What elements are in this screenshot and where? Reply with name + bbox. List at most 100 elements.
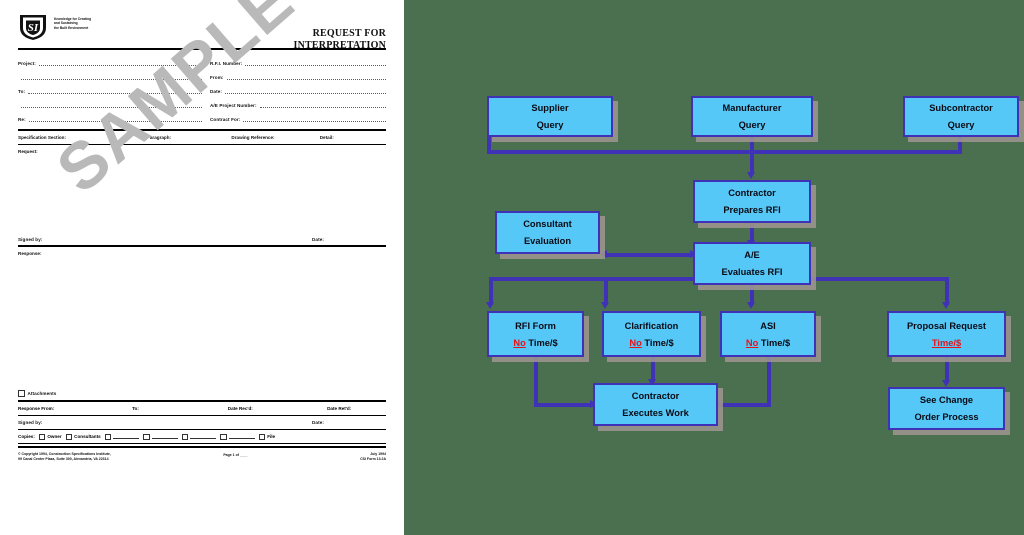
checkbox-icon[interactable] bbox=[220, 433, 227, 440]
field-project-2[interactable] bbox=[18, 69, 202, 80]
form-number: CSI Form 13.2A bbox=[360, 457, 386, 461]
node-emphasis: No bbox=[513, 337, 526, 348]
node-supplier-query[interactable]: Supplier Query bbox=[487, 96, 613, 137]
field-to[interactable]: To: bbox=[18, 83, 202, 94]
identification-left: Project: To: Re: bbox=[18, 55, 202, 125]
node-line-2: Order Process bbox=[914, 412, 979, 422]
field-to-2[interactable] bbox=[18, 97, 202, 108]
copyright-notice: © Copyright 1994, Construction Specifica… bbox=[18, 452, 111, 462]
attachments-checkbox[interactable]: Attachments bbox=[18, 387, 386, 400]
checkbox-blank-1[interactable] bbox=[104, 433, 140, 440]
node-line-1: RFI Form bbox=[515, 320, 556, 331]
node-line-1: Manufacturer bbox=[722, 103, 782, 113]
checkbox-icon[interactable] bbox=[181, 433, 189, 440]
svg-text:SI: SI bbox=[28, 22, 39, 34]
response-routing-row: Response From: To: Date Rec'd: Date Ret'… bbox=[18, 402, 386, 415]
node-line-1: Proposal Request bbox=[906, 320, 987, 331]
label-response: Response: bbox=[18, 251, 42, 256]
form-header: SI Knowledge for Creating and Sustaining t… bbox=[18, 14, 386, 51]
arrowhead-to-change-order bbox=[942, 380, 951, 387]
node-proposal-request[interactable]: Proposal Request Time/$ bbox=[887, 311, 1006, 357]
node-clarification[interactable]: Clarification No Time/$ bbox=[602, 311, 701, 357]
connector-bus-to-clarification bbox=[604, 277, 608, 305]
label-response-from: Response From: bbox=[18, 405, 55, 411]
field-contract-for[interactable]: Contract For: bbox=[210, 111, 386, 122]
node-see-change-order-process[interactable]: See Change Order Process bbox=[888, 387, 1005, 430]
field-project[interactable]: Project: bbox=[18, 55, 202, 66]
node-line-2: No Time/$ bbox=[513, 337, 557, 349]
field-rule bbox=[28, 86, 202, 94]
write-in-rule[interactable] bbox=[190, 434, 217, 440]
title-line-2: INTERPRETATION bbox=[293, 39, 386, 51]
node-asi[interactable]: ASI No Time/$ bbox=[720, 311, 816, 357]
label-date-returned: Date Ret'd: bbox=[327, 405, 352, 411]
checkbox-blank-4[interactable] bbox=[220, 433, 255, 440]
label-specification-section: Specification Section: bbox=[18, 135, 66, 140]
checkbox-file[interactable]: File bbox=[258, 433, 275, 440]
node-rfi-form[interactable]: RFI Form No Time/$ bbox=[487, 311, 584, 357]
checkbox-icon[interactable] bbox=[65, 433, 73, 440]
node-consultant-evaluation[interactable]: Consultant Evaluation bbox=[495, 211, 600, 254]
field-rule bbox=[245, 58, 386, 66]
write-in-rule[interactable] bbox=[113, 434, 140, 440]
node-emphasis: No bbox=[629, 337, 642, 348]
response-body-area[interactable] bbox=[18, 256, 386, 387]
checkbox-icon[interactable] bbox=[38, 433, 46, 440]
connector-consultant-ae bbox=[603, 253, 696, 257]
checkbox-owner[interactable]: Owner bbox=[38, 433, 62, 440]
checkbox-label: Consultants bbox=[74, 434, 101, 440]
write-in-rule[interactable] bbox=[228, 434, 255, 440]
checkbox-icon[interactable] bbox=[18, 390, 25, 397]
label-detail: Detail: bbox=[319, 135, 334, 140]
field-date[interactable]: Date: bbox=[210, 83, 386, 94]
field-re[interactable]: Re: bbox=[18, 111, 202, 122]
node-manufacturer-query[interactable]: Manufacturer Query bbox=[691, 96, 813, 137]
rfi-process-flowchart: Supplier Query Manufacturer Query Subcon… bbox=[404, 0, 1024, 535]
field-rule bbox=[259, 100, 386, 108]
copyright-line-2: 99 Canal Center Plaza, Suite 300, Alexan… bbox=[18, 457, 109, 461]
node-ae-evaluates-rfi[interactable]: A/E Evaluates RFI bbox=[693, 242, 811, 285]
request-body-area[interactable] bbox=[18, 154, 386, 235]
node-line-2: Query bbox=[738, 120, 766, 130]
checkbox-blank-3[interactable] bbox=[181, 433, 217, 440]
field-rule bbox=[28, 114, 202, 122]
node-line-2: No Time/$ bbox=[629, 337, 673, 349]
connector-query-bus bbox=[487, 150, 962, 154]
field-rule bbox=[243, 114, 386, 122]
checkbox-consultants[interactable]: Consultants bbox=[65, 433, 101, 440]
node-line-1: ASI bbox=[760, 320, 776, 331]
connector-rfi-form-right bbox=[534, 403, 593, 407]
write-in-rule[interactable] bbox=[151, 434, 178, 440]
node-contractor-executes-work[interactable]: Contractor Executes Work bbox=[593, 383, 718, 426]
arrowhead-to-asi bbox=[747, 302, 756, 309]
checkbox-blank-2[interactable] bbox=[143, 433, 178, 440]
field-label: R.F.I. Number: bbox=[210, 61, 243, 66]
checkbox-icon[interactable] bbox=[143, 433, 150, 440]
field-ae-project-number[interactable]: A/E Project Number: bbox=[210, 97, 386, 108]
node-contractor-prepares-rfi[interactable]: Contractor Prepares RFI bbox=[693, 180, 811, 223]
connector-bus-to-rfi-form bbox=[489, 277, 493, 305]
connector-supplier-down bbox=[487, 136, 491, 154]
node-line-1: Contractor bbox=[728, 188, 776, 198]
node-line-2: Prepares RFI bbox=[723, 205, 781, 215]
node-line-1: Consultant bbox=[523, 219, 572, 229]
field-rfi-number[interactable]: R.F.I. Number: bbox=[210, 55, 386, 66]
response-signature-row: Signed by: Date: bbox=[18, 416, 386, 429]
node-emphasis: No bbox=[745, 337, 759, 348]
page-number: Page 1 of ____ bbox=[223, 453, 248, 457]
label-request: Request: bbox=[18, 149, 38, 154]
field-from[interactable]: From: bbox=[210, 69, 386, 80]
csi-logo-icon: SI bbox=[18, 14, 48, 41]
field-rule bbox=[225, 86, 386, 94]
connector-bus-to-proposal bbox=[945, 277, 949, 305]
node-subcontractor-query[interactable]: Subcontractor Query bbox=[903, 96, 1019, 137]
field-label: From: bbox=[210, 75, 224, 80]
checkbox-icon[interactable] bbox=[104, 433, 112, 440]
connector-subcontractor-down bbox=[958, 136, 962, 154]
field-label: Date: bbox=[210, 89, 222, 94]
checkbox-icon[interactable] bbox=[258, 433, 266, 440]
node-line-2-rest: Time/$ bbox=[525, 337, 558, 348]
field-label: Project: bbox=[18, 61, 36, 66]
label-signed-by: Signed by: bbox=[18, 237, 43, 242]
node-line-1: Clarification bbox=[624, 320, 679, 331]
